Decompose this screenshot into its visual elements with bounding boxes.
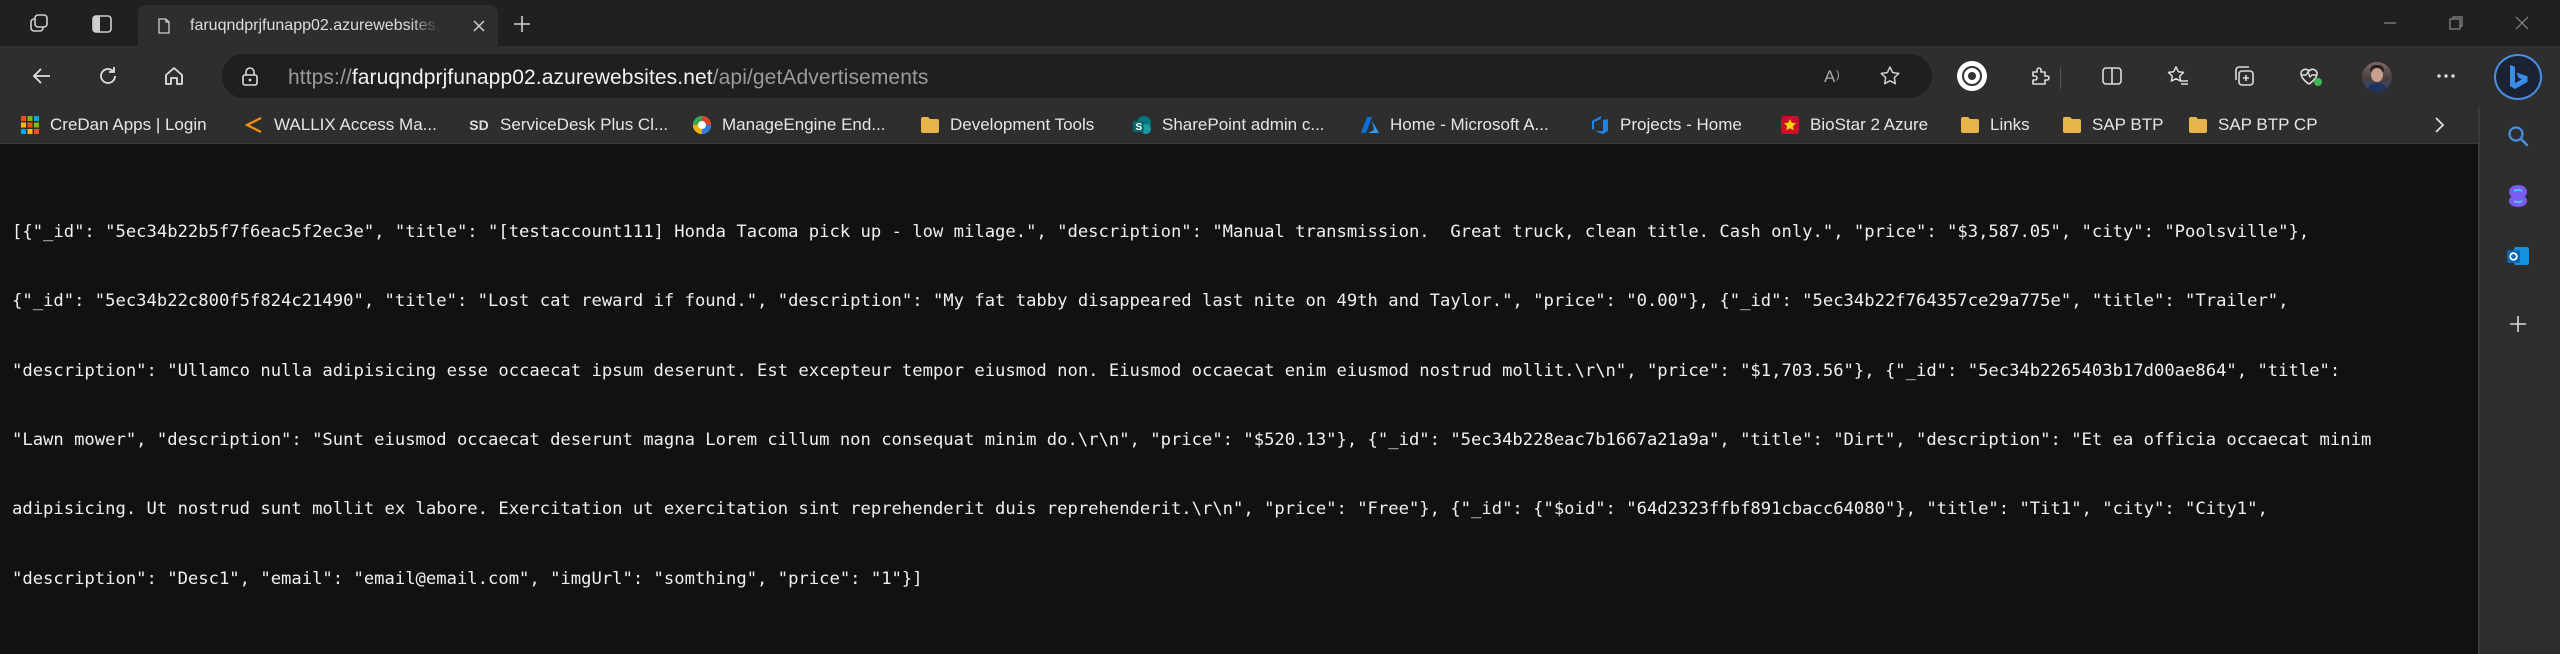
wallix-icon	[244, 115, 264, 135]
bing-copilot-icon[interactable]	[2494, 54, 2542, 100]
active-tab[interactable]: faruqndprjfunapp02.azurewebsites.net/api…	[138, 5, 498, 46]
navigation-bar: https://faruqndprjfunapp02.azurewebsites…	[0, 46, 2560, 106]
home-icon[interactable]	[154, 57, 194, 95]
close-tab-icon[interactable]	[464, 11, 494, 41]
favorites-icon[interactable]	[2158, 57, 2198, 95]
browser-essentials-icon[interactable]	[2290, 57, 2330, 95]
read-aloud-icon[interactable]: A)	[1820, 61, 1852, 91]
folder-icon	[1960, 115, 1980, 135]
json-line: "description": "Desc1", "email": "email@…	[12, 568, 923, 589]
lock-icon[interactable]	[240, 66, 260, 86]
minimize-icon[interactable]	[2360, 4, 2420, 42]
json-line: {"_id": "5ec34b22c800f5f824c21490", "tit…	[12, 291, 2289, 312]
restore-icon[interactable]	[2426, 4, 2486, 42]
biostar-icon	[1780, 115, 1800, 135]
close-window-icon[interactable]	[2492, 4, 2552, 42]
favorite-item[interactable]: Development Tools	[920, 113, 1094, 137]
folder-icon	[2188, 115, 2208, 135]
json-line: "description": "Ullamco nulla adipisicin…	[12, 360, 2341, 381]
apps-grid-icon	[20, 115, 40, 135]
tab-strip: faruqndprjfunapp02.azurewebsites.net/api…	[0, 0, 2560, 46]
back-icon[interactable]	[22, 57, 62, 95]
collections-icon[interactable]	[2224, 57, 2264, 95]
svg-text:S: S	[1136, 122, 1143, 133]
url-path: /api/getAdvertisements	[712, 66, 929, 89]
url-text[interactable]: https://faruqndprjfunapp02.azurewebsites…	[288, 66, 929, 90]
json-line: "Lawn mower", "description": "Sunt eiusm…	[12, 430, 2372, 451]
svg-text:): )	[1836, 69, 1840, 81]
workspaces-icon[interactable]	[20, 7, 60, 41]
folder-icon	[2062, 115, 2082, 135]
address-bar[interactable]: https://faruqndprjfunapp02.azurewebsites…	[222, 54, 1932, 98]
profile-avatar[interactable]	[2362, 62, 2392, 92]
url-scheme: https://	[288, 66, 352, 89]
svg-text:A: A	[1824, 67, 1836, 86]
favorite-item[interactable]: Home - Microsoft A...	[1360, 113, 1549, 137]
extension-circle-icon[interactable]	[1952, 57, 1992, 95]
favorite-item[interactable]: SD ServiceDesk Plus Cl...	[468, 113, 668, 137]
refresh-icon[interactable]	[88, 57, 128, 95]
favorite-item[interactable]: BioStar 2 Azure	[1780, 113, 1928, 137]
azure-devops-icon	[1590, 115, 1610, 135]
tab-title: faruqndprjfunapp02.azurewebsites.net/api…	[190, 17, 440, 35]
favorite-item[interactable]: ManageEngine End...	[692, 113, 886, 137]
extensions-puzzle-icon[interactable]	[2020, 57, 2060, 95]
favorite-item[interactable]: Projects - Home	[1590, 113, 1742, 137]
search-icon[interactable]	[2498, 116, 2538, 156]
favorite-item[interactable]: WALLIX Access Ma...	[244, 113, 437, 137]
page-icon	[156, 18, 172, 34]
favorite-item[interactable]: CreDan Apps | Login	[20, 113, 207, 137]
manageengine-icon	[692, 115, 712, 135]
vertical-tabs-icon[interactable]	[82, 7, 122, 41]
favorites-bar: CreDan Apps | Login WALLIX Access Ma... …	[0, 106, 2480, 144]
sharepoint-icon: S	[1132, 115, 1152, 135]
favorite-item[interactable]: Links	[1960, 113, 2030, 137]
chevron-right-icon[interactable]	[2424, 112, 2454, 138]
page-content: [{"_id": "5ec34b22b5f7f6eac5f2ec3e", "ti…	[0, 145, 2478, 654]
azure-icon	[1360, 115, 1380, 135]
json-line: [{"_id": "5ec34b22b5f7f6eac5f2ec3e", "ti…	[12, 222, 2310, 243]
json-response: [{"_id": "5ec34b22b5f7f6eac5f2ec3e", "ti…	[12, 175, 2512, 637]
favorite-item[interactable]: S SharePoint admin c...	[1132, 113, 1325, 137]
folder-icon	[920, 115, 940, 135]
url-host: faruqndprjfunapp02.azurewebsites.net	[351, 66, 713, 89]
new-tab-icon[interactable]	[502, 7, 542, 41]
favorite-star-icon[interactable]	[1874, 61, 1906, 91]
toolbar-divider	[2060, 67, 2061, 89]
favorite-item[interactable]: SAP BTP CP	[2188, 113, 2318, 137]
more-options-icon[interactable]	[2426, 57, 2466, 95]
split-screen-icon[interactable]	[2092, 57, 2132, 95]
sd-icon: SD	[469, 117, 489, 133]
favorite-item[interactable]: SAP BTP	[2062, 113, 2164, 137]
json-line: adipisicing. Ut nostrud sunt mollit ex l…	[12, 499, 2268, 520]
